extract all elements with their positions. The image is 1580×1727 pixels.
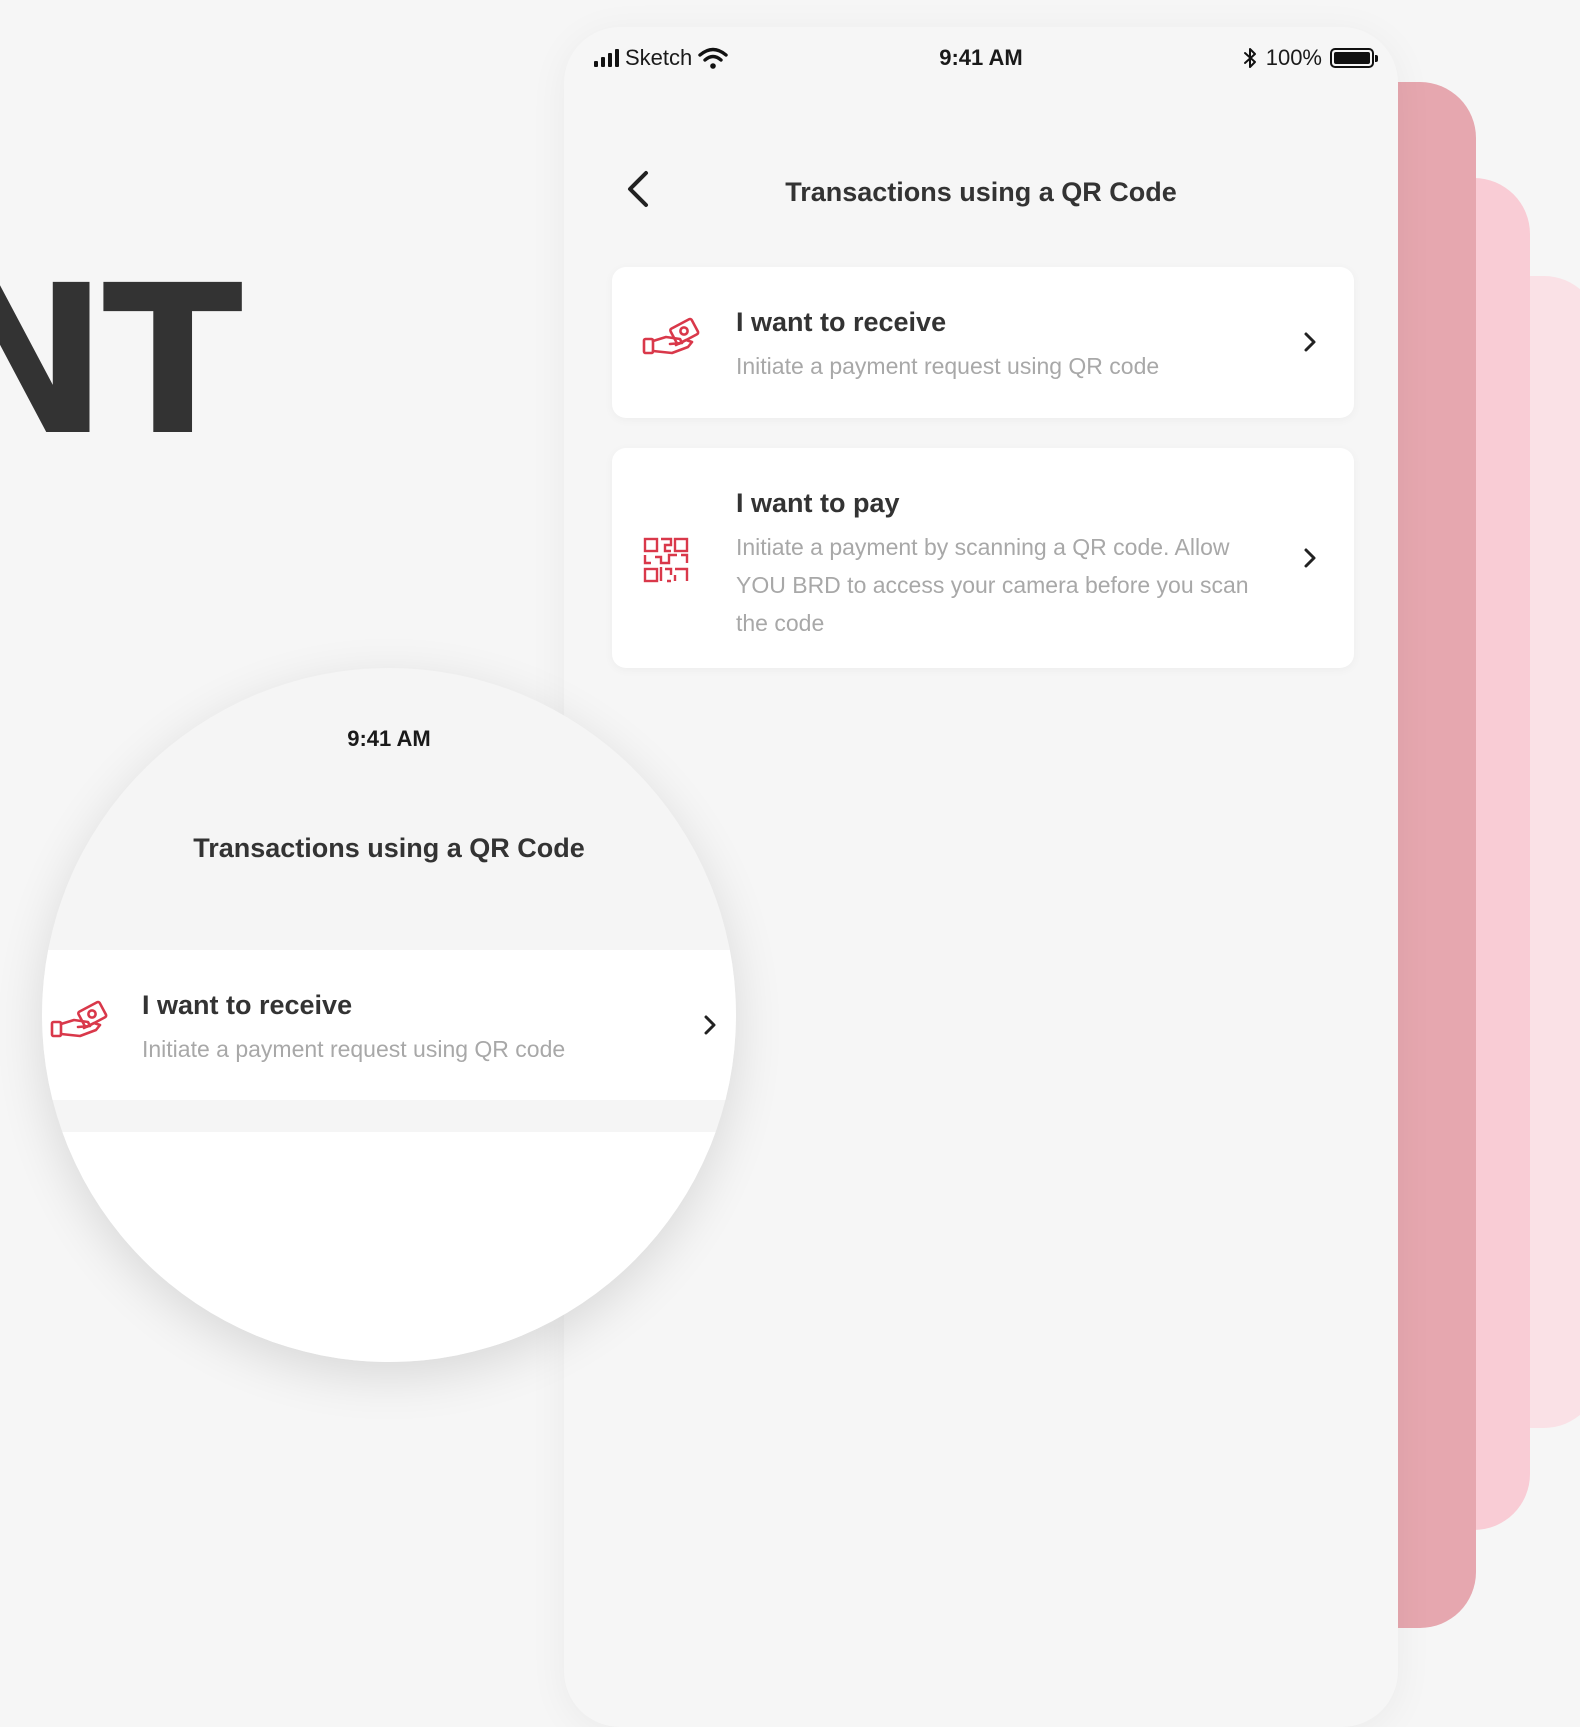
magnifier-circle: 9:41 AM Transactions using a QR Code I w… bbox=[42, 668, 736, 1362]
receive-option-title: I want to receive bbox=[736, 307, 947, 337]
battery-percent: 100% bbox=[1265, 45, 1322, 70]
magnifier-option-title: I want to receive bbox=[142, 990, 353, 1020]
pay-option-title: I want to pay bbox=[736, 488, 900, 518]
magnifier-page-title: Transactions using a QR Code bbox=[193, 833, 585, 863]
pay-option-description: Initiate a payment by scanning a QR code… bbox=[736, 534, 1249, 636]
status-bar: Sketch 9:41 AM 100% bbox=[564, 27, 1398, 91]
magnifier-next-card bbox=[42, 1132, 736, 1362]
bluetooth-icon bbox=[1243, 48, 1256, 68]
chevron-right-icon bbox=[704, 1015, 716, 1035]
magnifier-option-description: Initiate a payment request using QR code bbox=[142, 1036, 566, 1062]
page-headline: NT bbox=[0, 241, 243, 481]
receive-option-card[interactable]: I want to receive Initiate a payment req… bbox=[612, 267, 1354, 418]
status-right: 100% bbox=[1242, 45, 1378, 71]
magnifier-status-time: 9:41 AM bbox=[347, 726, 431, 751]
chevron-right-icon bbox=[1304, 332, 1316, 352]
hand-money-icon bbox=[642, 317, 700, 355]
battery-icon bbox=[1330, 48, 1378, 68]
nav-bar: Transactions using a QR Code bbox=[564, 157, 1398, 237]
magnifier-receive-option[interactable]: I want to receive Initiate a payment req… bbox=[42, 950, 736, 1100]
page-title: Transactions using a QR Code bbox=[785, 177, 1177, 207]
qr-code-icon bbox=[643, 537, 689, 583]
receive-option-description: Initiate a payment request using QR code bbox=[736, 353, 1160, 379]
pay-option-card[interactable]: I want to pay Initiate a payment by scan… bbox=[612, 448, 1354, 668]
chevron-right-icon bbox=[1304, 548, 1316, 568]
hand-money-icon bbox=[50, 1000, 108, 1038]
